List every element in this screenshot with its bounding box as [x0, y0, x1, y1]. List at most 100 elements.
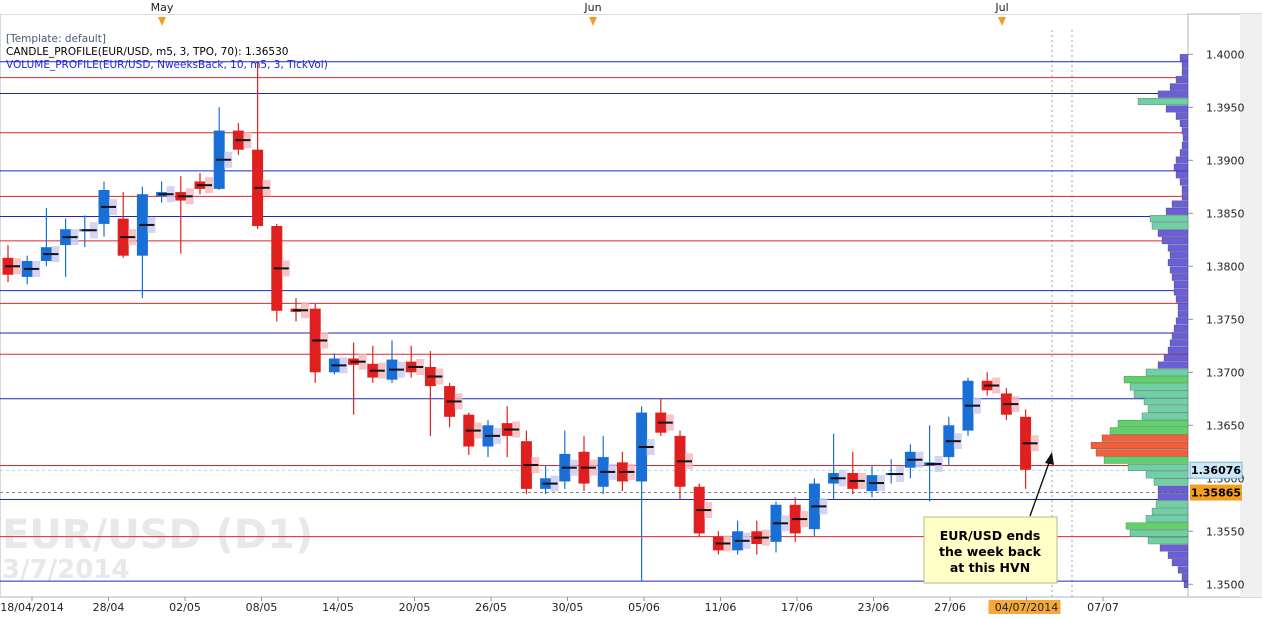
x-tick-label: 23/06	[858, 601, 890, 614]
volume-profile-bar	[1129, 529, 1189, 537]
volume-profile-bar	[1157, 361, 1189, 369]
volume-profile-bar	[1173, 163, 1189, 171]
volume-profile-bar	[1183, 581, 1189, 589]
volume-profile-bar	[1090, 442, 1189, 449]
volume-profile-bar	[1149, 215, 1189, 223]
date-watermark: 3/7/2014	[2, 555, 130, 585]
y-tick-label: 1.3700	[1206, 366, 1245, 379]
y-tick-label: 1.3900	[1206, 154, 1245, 167]
x-tick-label: 27/06	[934, 601, 966, 614]
y-tick-label: 1.3650	[1206, 419, 1245, 432]
x-tick-label: 07/07	[1087, 601, 1119, 614]
month-label: Jul	[994, 1, 1008, 14]
volume-profile-label: VOLUME_PROFILE(EUR/USD, NweeksBack, 10, …	[6, 59, 328, 71]
x-tick-label: 18/04/2014	[0, 601, 63, 614]
x-tick-label: 20/05	[399, 601, 431, 614]
y-tick-label: 1.3800	[1206, 260, 1245, 273]
volume-profile-bar	[1181, 68, 1189, 76]
volume-profile-bar	[1171, 559, 1189, 567]
volume-profile-bar	[1169, 266, 1189, 274]
volume-profile-bar	[1169, 83, 1189, 91]
volume-profile-bar	[1173, 324, 1189, 332]
x-tick-label: 14/05	[322, 601, 354, 614]
x-tick-label: 17/06	[781, 601, 813, 614]
volume-profile-bar	[1133, 390, 1189, 398]
volume-profile-bar	[1157, 90, 1189, 98]
volume-profile-bar	[1147, 537, 1189, 545]
volume-profile-bar	[1145, 368, 1189, 376]
volume-profile-bar	[1179, 149, 1189, 157]
volume-profile-bar	[1157, 493, 1189, 501]
annotation-line-1: EUR/USD ends	[940, 528, 1041, 543]
y-tick-label: 1.3500	[1206, 578, 1245, 591]
volume-profile-bar	[1153, 478, 1189, 486]
volume-profile-bar	[1177, 310, 1189, 318]
volume-profile-bar	[1169, 339, 1189, 347]
volume-profile-bar	[1181, 61, 1189, 69]
volume-profile-bar	[1167, 244, 1189, 252]
volume-profile-bar	[1175, 156, 1189, 164]
volume-profile-bar	[1127, 463, 1189, 471]
volume-profile-bar	[1179, 178, 1189, 186]
volume-profile-bar	[1143, 398, 1189, 406]
volume-profile-bar	[1109, 427, 1189, 435]
volume-profile-bar	[1151, 222, 1189, 230]
volume-profile-bar	[1171, 332, 1189, 340]
candle-profile-label: CANDLE_PROFILE(EUR/USD, m5, 3, TPO, 70):…	[6, 46, 288, 58]
volume-profile-bar	[1175, 112, 1189, 120]
volume-profile-bar	[1157, 485, 1189, 493]
volume-profile-bar	[1141, 412, 1189, 420]
volume-profile-bar	[1181, 127, 1189, 135]
month-label: May	[151, 1, 174, 14]
volume-profile-bar	[1163, 354, 1189, 362]
volume-profile-bar	[1175, 171, 1189, 179]
y-tick-label: 1.4000	[1206, 48, 1245, 61]
volume-profile-bar	[1175, 295, 1189, 303]
volume-profile-bar	[1175, 76, 1189, 84]
volume-profile-bar	[1175, 317, 1189, 325]
volume-profile-bar	[1182, 134, 1189, 142]
date-axis: 18/04/2014 28/04 02/05 08/05 14/05 20/05 26/05…	[0, 597, 1119, 614]
x-tick-label: 30/05	[552, 601, 584, 614]
volume-profile-bar	[1129, 383, 1189, 391]
volume-profile-bar	[1155, 500, 1189, 508]
volume-profile-bar	[1159, 544, 1189, 552]
volume-profile-bar	[1179, 54, 1189, 62]
volume-profile-bar	[1177, 566, 1189, 574]
annotation-line-2: the week back	[939, 544, 1042, 559]
volume-profile-bar	[1177, 302, 1189, 310]
volume-profile-bar	[1125, 522, 1189, 530]
volume-profile-bar	[1169, 251, 1189, 259]
volume-profile-bar	[1151, 507, 1189, 515]
volume-profile-bar	[1101, 434, 1189, 442]
volume-profile-bar	[1167, 551, 1189, 559]
annotation-line-3: at this HVN	[950, 560, 1030, 575]
marker-price-text: 1.35865	[1191, 487, 1241, 500]
volume-profile-bar	[1173, 281, 1189, 288]
volume-profile-bar	[1157, 229, 1189, 237]
volume-profile-bar	[1181, 185, 1189, 193]
volume-profile-bar	[1173, 288, 1189, 296]
y-tick-label: 1.3750	[1206, 313, 1245, 326]
volume-profile-bar	[1117, 420, 1189, 428]
volume-profile-bar	[1147, 405, 1189, 413]
y-tick-label: 1.3850	[1206, 207, 1245, 220]
x-tick-label: 05/06	[628, 601, 660, 614]
volume-profile-bar	[1103, 456, 1189, 464]
x-tick-label: 11/06	[705, 601, 737, 614]
volume-profile-bar	[1181, 141, 1189, 149]
volume-profile-bar	[1145, 471, 1189, 479]
x-tick-label: 26/05	[475, 601, 507, 614]
volume-profile-bar	[1095, 449, 1189, 457]
y-tick-label: 1.3950	[1206, 101, 1245, 114]
chart-area	[0, 13, 1189, 598]
x-tick-label: 08/05	[246, 601, 278, 614]
price-chart[interactable]: EUR/USD (D1) 3/7/2014 [Template: default…	[0, 0, 1262, 619]
volume-profile-bar	[1171, 273, 1189, 281]
volume-profile-bar	[1165, 207, 1189, 215]
volume-profile-bar	[1171, 200, 1189, 208]
template-label: [Template: default]	[6, 33, 106, 45]
volume-profile-bar	[1167, 259, 1189, 267]
volume-profile-bar	[1165, 105, 1189, 113]
symbol-watermark: EUR/USD (D1)	[2, 512, 313, 558]
